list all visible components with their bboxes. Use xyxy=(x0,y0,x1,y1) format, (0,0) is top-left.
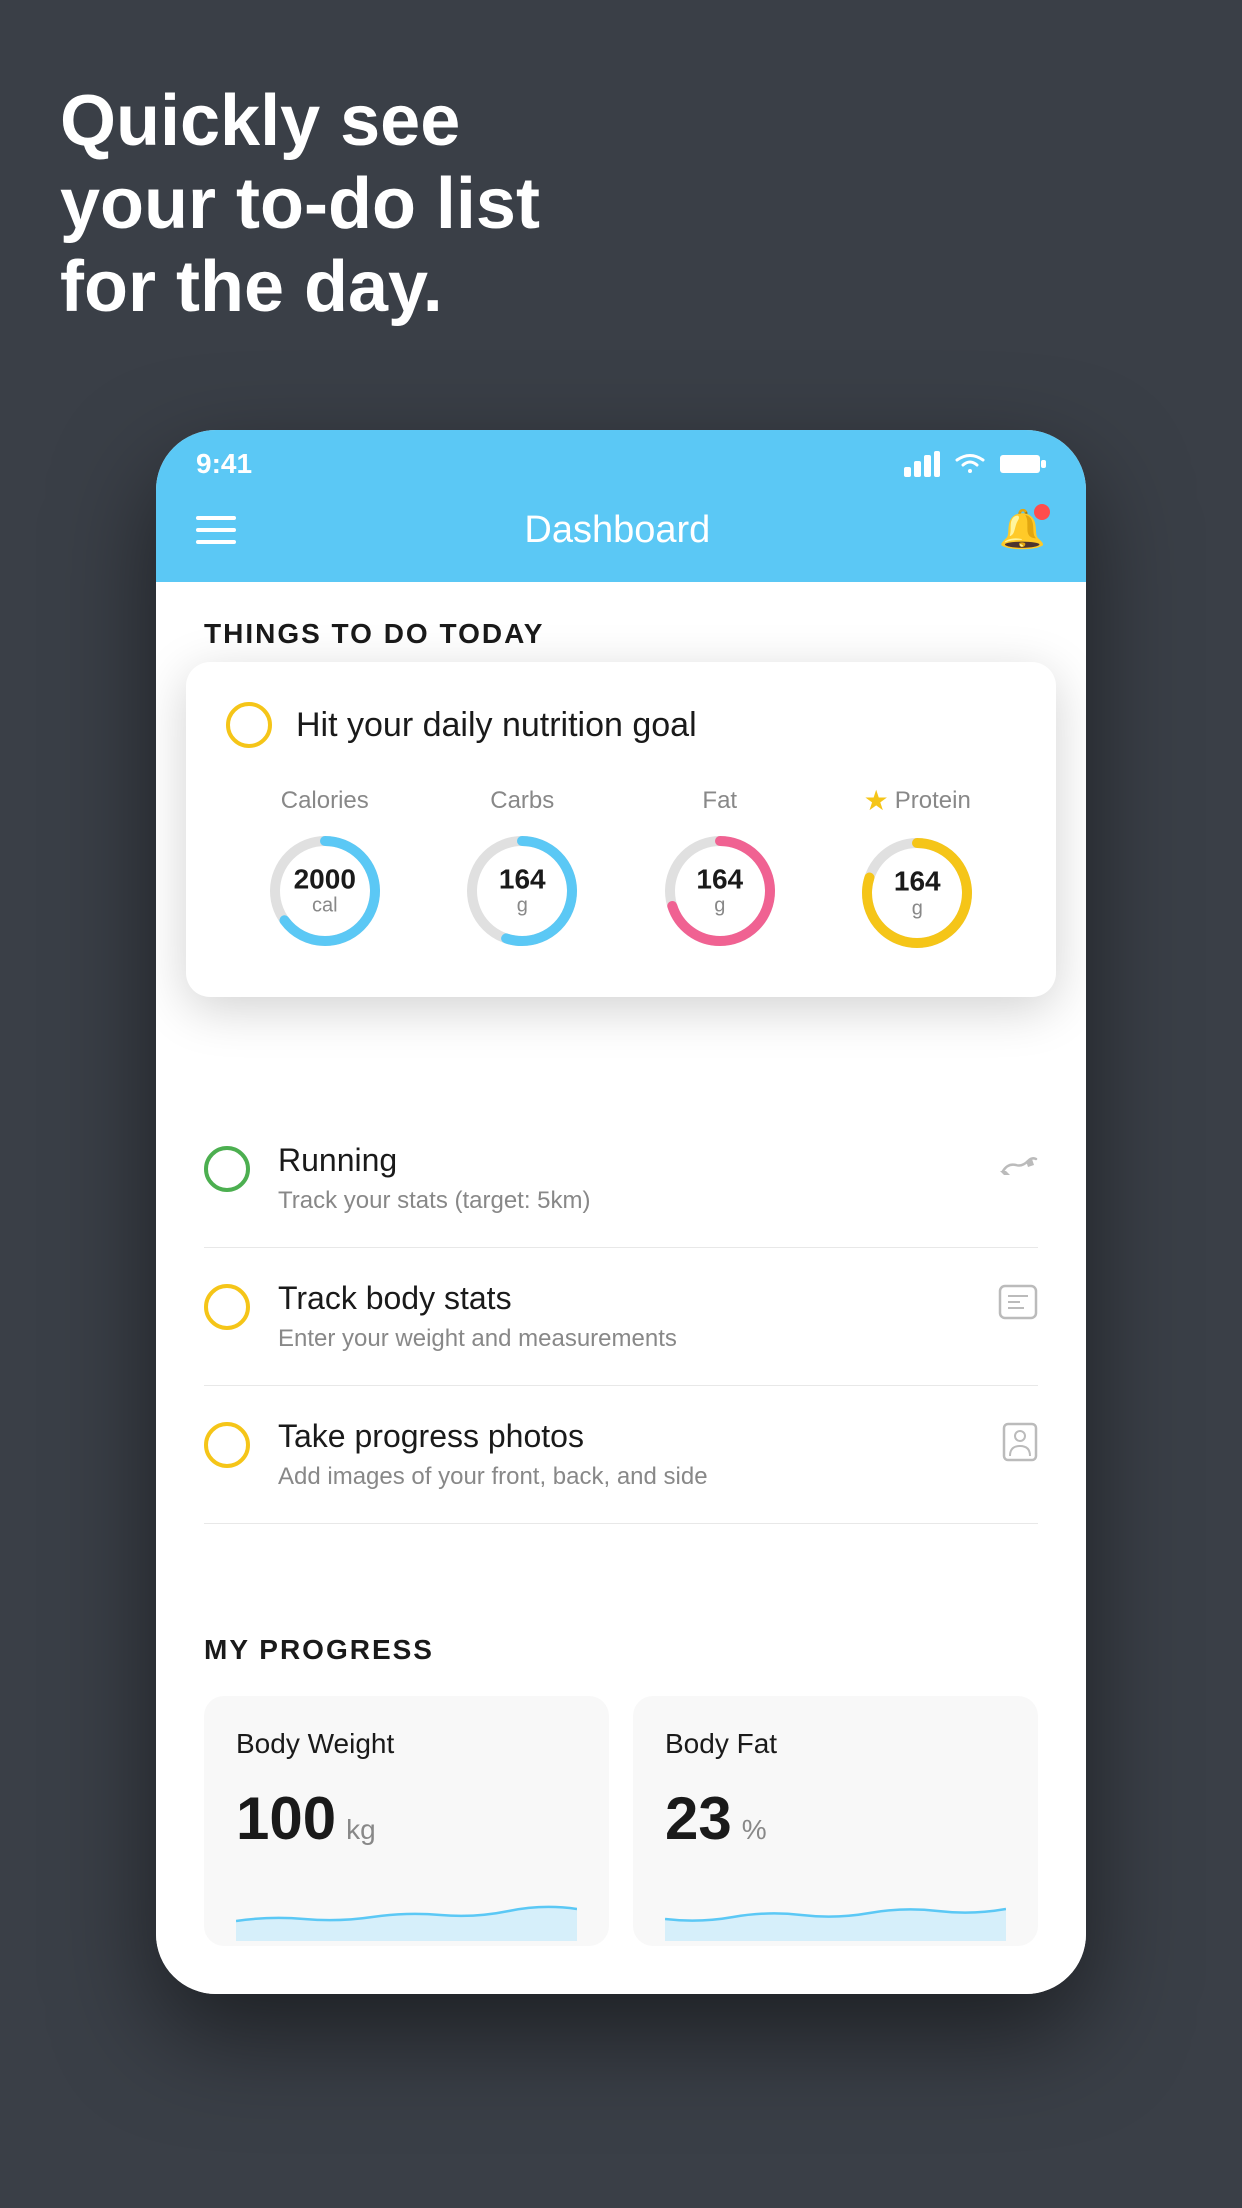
status-icons xyxy=(904,451,1046,477)
notification-dot xyxy=(1034,504,1050,520)
todo-item-photos[interactable]: Take progress photos Add images of your … xyxy=(204,1386,1038,1524)
phone: 9:41 xyxy=(156,430,1086,1994)
protein-value: 164 xyxy=(894,867,941,898)
calories-chart: 2000 cal xyxy=(265,831,385,951)
carbs-chart: 164 g xyxy=(462,831,582,951)
todo-list: Running Track your stats (target: 5km) xyxy=(156,1110,1086,1524)
spacer xyxy=(156,1524,1086,1584)
calories-value: 2000 xyxy=(294,864,356,895)
body-fat-title: Body Fat xyxy=(665,1728,1006,1760)
nutrition-item-carbs: Carbs 164 g xyxy=(462,787,582,951)
phone-content: THINGS TO DO TODAY Hit your daily nutrit… xyxy=(156,582,1086,1994)
fat-value: 164 xyxy=(696,864,743,895)
running-radio[interactable] xyxy=(204,1146,250,1192)
hero-line3: for the day. xyxy=(60,246,540,329)
photos-radio[interactable] xyxy=(204,1422,250,1468)
carbs-unit: g xyxy=(499,895,546,917)
nutrition-card: Hit your daily nutrition goal Calories xyxy=(186,662,1056,997)
nutrition-item-protein: ★ Protein 164 g xyxy=(857,784,977,953)
fat-chart xyxy=(665,1881,1006,1941)
protein-star-icon: ★ xyxy=(864,784,889,817)
wifi-icon xyxy=(952,451,988,477)
body-weight-unit: kg xyxy=(346,1814,376,1846)
protein-chart: 164 g xyxy=(857,833,977,953)
clock: 9:41 xyxy=(196,448,252,480)
protein-label-row: ★ Protein xyxy=(864,784,971,817)
weight-chart xyxy=(236,1881,577,1941)
body-weight-title: Body Weight xyxy=(236,1728,577,1760)
fat-unit: g xyxy=(696,895,743,917)
progress-section: MY PROGRESS Body Weight 100 kg xyxy=(156,1584,1086,1994)
bell-icon[interactable]: 🔔 xyxy=(999,508,1046,552)
body-stats-title: Track body stats xyxy=(278,1280,970,1317)
photos-title: Take progress photos xyxy=(278,1418,974,1455)
person-icon xyxy=(1002,1422,1038,1471)
nutrition-card-title-text: Hit your daily nutrition goal xyxy=(296,706,697,745)
body-fat-value: 23 xyxy=(665,1784,732,1853)
status-bar: 9:41 xyxy=(156,430,1086,488)
nutrition-card-header: Hit your daily nutrition goal xyxy=(226,702,1016,748)
body-stats-text: Track body stats Enter your weight and m… xyxy=(278,1280,970,1353)
calories-label: Calories xyxy=(281,787,369,815)
nutrition-item-fat: Fat 164 g xyxy=(660,787,780,951)
protein-label: Protein xyxy=(895,787,971,815)
things-to-do-header: THINGS TO DO TODAY xyxy=(156,582,1086,670)
body-weight-value-row: 100 kg xyxy=(236,1784,577,1853)
fat-chart: 164 g xyxy=(660,831,780,951)
body-fat-unit: % xyxy=(742,1814,767,1846)
protein-unit: g xyxy=(894,897,941,919)
running-icon xyxy=(998,1146,1038,1188)
photos-subtitle: Add images of your front, back, and side xyxy=(278,1463,974,1491)
nav-bar: Dashboard 🔔 xyxy=(156,488,1086,582)
nutrition-radio[interactable] xyxy=(226,702,272,748)
scale-icon xyxy=(998,1284,1038,1329)
todo-item-running[interactable]: Running Track your stats (target: 5km) xyxy=(204,1110,1038,1248)
nutrition-circles: Calories 2000 cal xyxy=(226,784,1016,953)
carbs-label: Carbs xyxy=(490,787,554,815)
progress-cards: Body Weight 100 kg Body Fat xyxy=(204,1696,1038,1946)
fat-label: Fat xyxy=(702,787,737,815)
carbs-value: 164 xyxy=(499,864,546,895)
photos-text: Take progress photos Add images of your … xyxy=(278,1418,974,1491)
nutrition-item-calories: Calories 2000 cal xyxy=(265,787,385,951)
body-stats-subtitle: Enter your weight and measurements xyxy=(278,1325,970,1353)
hero-text: Quickly see your to-do list for the day. xyxy=(60,80,540,328)
body-fat-value-row: 23 % xyxy=(665,1784,1006,1853)
calories-unit: cal xyxy=(294,895,356,917)
nav-title: Dashboard xyxy=(524,509,710,552)
running-subtitle: Track your stats (target: 5km) xyxy=(278,1187,970,1215)
hero-line2: your to-do list xyxy=(60,163,540,246)
signal-icon xyxy=(904,451,940,477)
progress-header: MY PROGRESS xyxy=(204,1634,1038,1666)
hamburger-menu[interactable] xyxy=(196,516,236,544)
running-title: Running xyxy=(278,1142,970,1179)
body-fat-card: Body Fat 23 % xyxy=(633,1696,1038,1946)
running-text: Running Track your stats (target: 5km) xyxy=(278,1142,970,1215)
hero-line1: Quickly see xyxy=(60,80,540,163)
body-weight-card: Body Weight 100 kg xyxy=(204,1696,609,1946)
todo-item-body-stats[interactable]: Track body stats Enter your weight and m… xyxy=(204,1248,1038,1386)
phone-wrapper: 9:41 xyxy=(156,430,1086,1994)
body-stats-radio[interactable] xyxy=(204,1284,250,1330)
battery-icon xyxy=(1000,452,1046,476)
body-weight-value: 100 xyxy=(236,1784,336,1853)
